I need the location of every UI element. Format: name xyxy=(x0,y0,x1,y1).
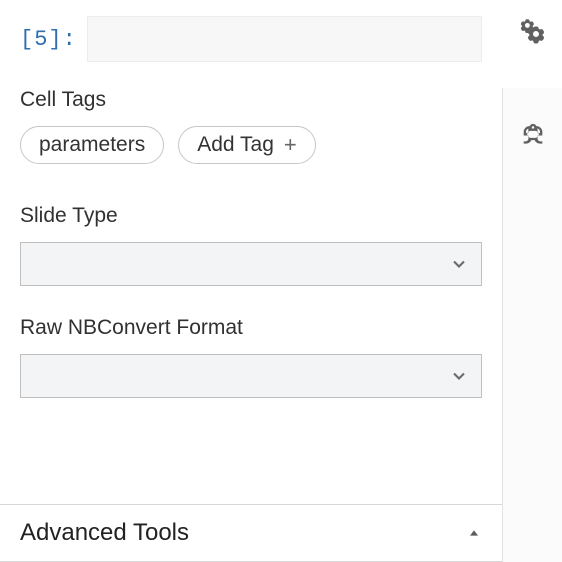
add-tag-label: Add Tag xyxy=(197,133,274,157)
cell-tags-label: Cell Tags xyxy=(20,88,482,112)
tag-parameters[interactable]: parameters xyxy=(20,126,164,164)
inspector-panel: [5]: Cell Tags parameters Add Tag + Slid… xyxy=(0,0,502,398)
chevron-down-icon xyxy=(449,366,469,386)
nbconvert-group: Raw NBConvert Format xyxy=(20,316,482,398)
plus-icon: + xyxy=(284,134,297,156)
tag-text: parameters xyxy=(39,133,145,157)
chevron-down-icon xyxy=(449,254,469,274)
code-input[interactable] xyxy=(87,16,482,62)
right-sidebar xyxy=(502,88,562,562)
bug-icon[interactable] xyxy=(519,118,547,146)
caret-up-icon xyxy=(466,525,482,541)
slide-type-label: Slide Type xyxy=(20,204,482,228)
execution-prompt: [5]: xyxy=(20,27,77,52)
tags-row: parameters Add Tag + xyxy=(20,126,482,164)
settings-gears-icon[interactable] xyxy=(516,14,546,49)
nbconvert-label: Raw NBConvert Format xyxy=(20,316,482,340)
advanced-tools-label: Advanced Tools xyxy=(20,519,189,547)
cell-row: [5]: xyxy=(20,16,482,62)
nbconvert-select[interactable] xyxy=(20,354,482,398)
slide-type-group: Slide Type xyxy=(20,204,482,286)
advanced-tools-accordion[interactable]: Advanced Tools xyxy=(0,504,502,562)
add-tag-button[interactable]: Add Tag + xyxy=(178,126,316,164)
slide-type-select[interactable] xyxy=(20,242,482,286)
